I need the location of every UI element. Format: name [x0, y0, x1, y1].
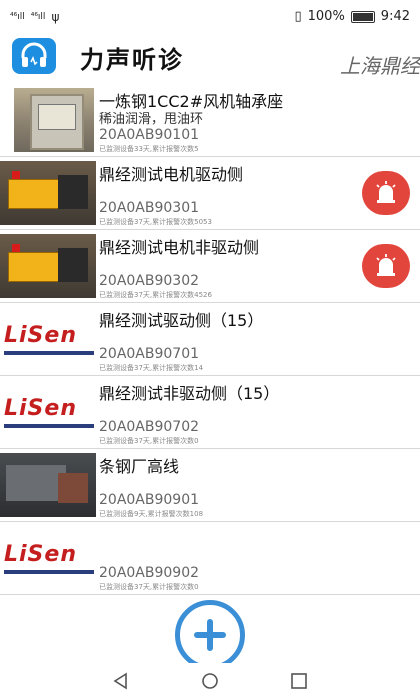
- vibrate-icon: ▯: [294, 9, 302, 24]
- device-photo: [0, 161, 96, 225]
- device-name: 鼎经测试非驱动侧（15）: [99, 384, 280, 403]
- device-stats: 已监测设备37天,累计报警次数4526: [99, 291, 212, 299]
- recent-apps-icon[interactable]: [290, 672, 308, 690]
- clock: 9:42: [380, 9, 410, 24]
- status-bar: ⁴⁶ıll ⁴⁶ıll ψ ▯ 100% 9:42: [0, 0, 420, 36]
- brand-logo: LiSen: [0, 307, 96, 371]
- device-row[interactable]: LiSen 鼎经测试驱动侧（15） 20A0AB90701 已监测设备37天,累…: [0, 303, 420, 376]
- device-code: 20A0AB90701: [99, 346, 200, 362]
- battery-percent: 100%: [307, 9, 345, 24]
- add-device-button[interactable]: [175, 600, 245, 670]
- battery-icon: [350, 10, 375, 23]
- device-row[interactable]: LiSen 鼎经测试非驱动侧（15） 20A0AB90702 已监测设备37天,…: [0, 376, 420, 449]
- company-name: 上海鼎经: [340, 54, 420, 78]
- device-stats: 已监测设备37天,累计报警次数5053: [99, 218, 212, 226]
- device-name: 鼎经测试电机非驱动侧: [99, 238, 260, 257]
- navigation-bar: [0, 663, 420, 700]
- device-name: 条钢厂高线: [99, 457, 180, 476]
- device-name: 鼎经测试电机驱动侧: [99, 165, 244, 184]
- device-code: 20A0AB90301: [99, 200, 200, 216]
- device-code: 20A0AB90901: [99, 492, 200, 508]
- back-icon[interactable]: [112, 672, 130, 690]
- device-stats: 已监测设备9天,累计报警次数108: [99, 510, 204, 518]
- device-stats: 已监测设备37天,累计报警次数0: [99, 437, 199, 445]
- home-icon[interactable]: [201, 672, 219, 690]
- device-row[interactable]: LiSen 20A0AB90902 已监测设备37天,累计报警次数0: [0, 522, 420, 595]
- device-code: 20A0AB90702: [99, 419, 200, 435]
- device-stats: 已监测设备37天,累计报警次数0: [99, 583, 199, 591]
- siren-icon: [376, 254, 396, 276]
- signal-icon: ⁴⁶ıll: [10, 12, 25, 22]
- device-list: 一炼钢1CC2#风机轴承座 稀油润滑，甩油环 20A0AB90101 已监测设备…: [0, 84, 420, 595]
- device-row[interactable]: 条钢厂高线 20A0AB90901 已监测设备9天,累计报警次数108: [0, 449, 420, 522]
- alarm-button[interactable]: [362, 244, 410, 288]
- device-photo: [14, 88, 94, 152]
- device-stats: 已监测设备37天,累计报警次数14: [99, 364, 204, 372]
- alarm-button[interactable]: [362, 171, 410, 215]
- app-bar: 力声听诊 上海鼎经: [0, 36, 420, 85]
- siren-icon: [376, 181, 396, 203]
- device-description: 稀油润滑，甩油环: [99, 112, 204, 127]
- signal-icon: ⁴⁶ıll: [30, 12, 46, 22]
- usb-icon: ψ: [51, 10, 60, 24]
- device-row[interactable]: 鼎经测试电机驱动侧 20A0AB90301 已监测设备37天,累计报警次数505…: [0, 157, 420, 230]
- headphones-icon: [12, 38, 56, 74]
- brand-logo: LiSen: [0, 526, 96, 590]
- device-photo: [0, 234, 96, 298]
- device-code: 20A0AB90101: [99, 127, 200, 143]
- brand-logo: LiSen: [0, 380, 96, 444]
- device-code: 20A0AB90302: [99, 273, 200, 289]
- app-title: 力声听诊: [80, 46, 184, 74]
- device-code: 20A0AB90902: [99, 565, 200, 581]
- device-stats: 已监测设备33天,累计报警次数5: [99, 145, 199, 153]
- device-photo: [0, 453, 96, 517]
- device-row[interactable]: 一炼钢1CC2#风机轴承座 稀油润滑，甩油环 20A0AB90101 已监测设备…: [0, 84, 420, 157]
- device-name: 鼎经测试驱动侧（15）: [99, 311, 264, 330]
- device-row[interactable]: 鼎经测试电机非驱动侧 20A0AB90302 已监测设备37天,累计报警次数45…: [0, 230, 420, 303]
